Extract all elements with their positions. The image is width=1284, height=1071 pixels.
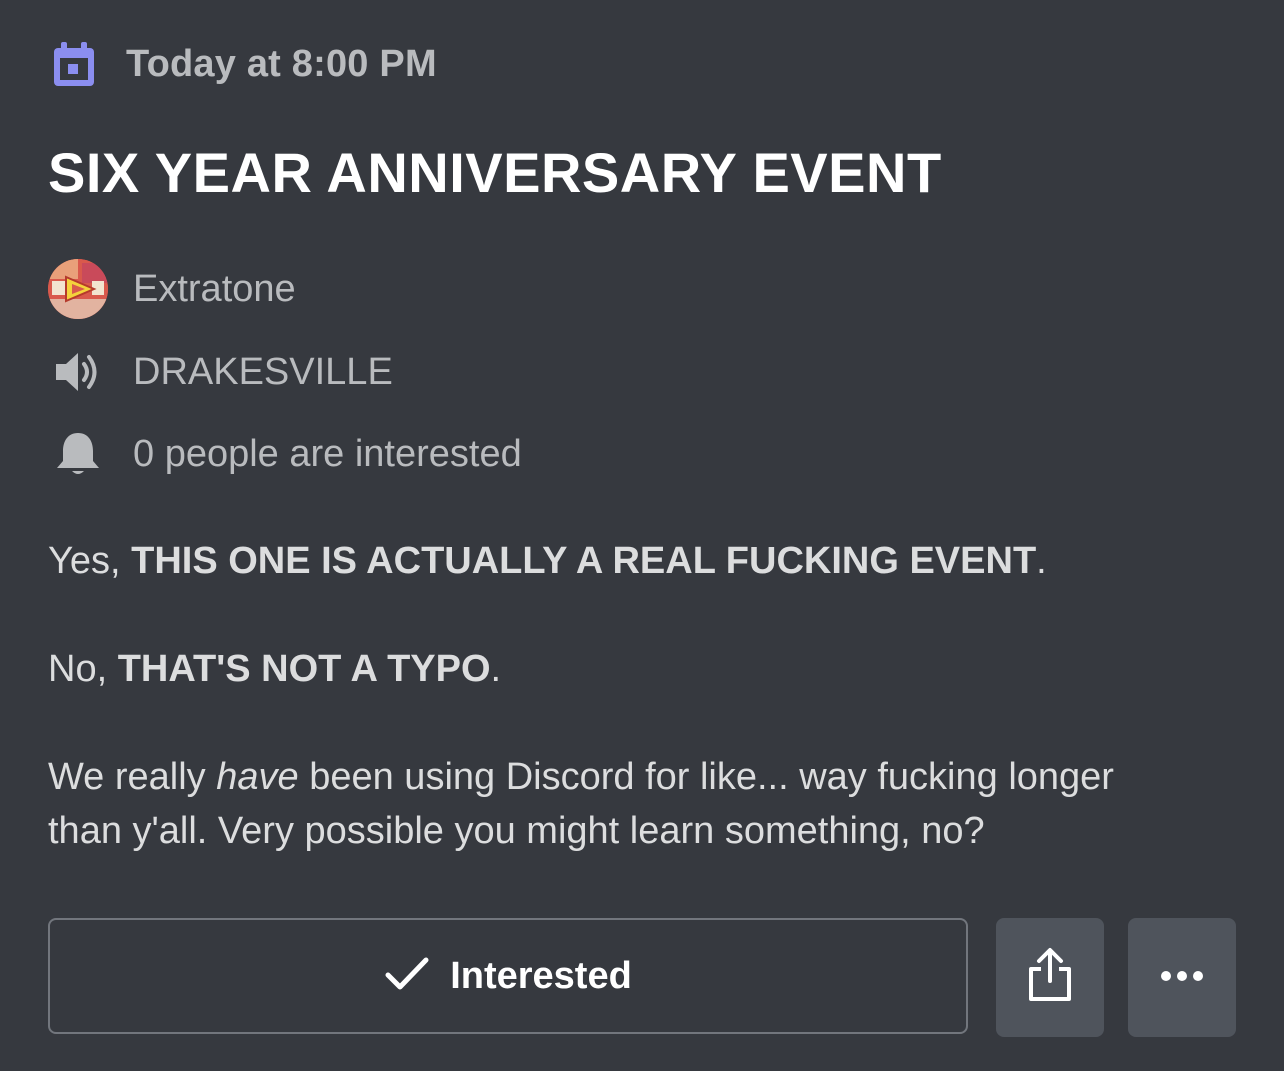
interested-button[interactable]: Interested (48, 918, 968, 1034)
bell-icon (48, 424, 108, 484)
description-text: been using Discord for like... way fucki… (298, 756, 1114, 798)
interested-button-label: Interested (450, 954, 632, 997)
interested-count-row: 0 people are interested (48, 424, 522, 484)
description-italic: have (216, 756, 299, 798)
description-paragraph-1: Yes, THIS ONE IS ACTUALLY A REAL FUCKING… (48, 534, 1047, 588)
event-card: Today at 8:00 PM SIX YEAR ANNIVERSARY EV… (0, 0, 1284, 1071)
share-icon (1025, 947, 1075, 1008)
check-icon (384, 956, 430, 997)
server-name: Extratone (133, 267, 296, 310)
server-avatar (48, 259, 108, 319)
description-paragraph-2: No, THAT'S NOT A TYPO. (48, 642, 501, 696)
channel-name: DRAKESVILLE (133, 350, 393, 393)
more-options-button[interactable] (1128, 918, 1236, 1037)
description-line: than y'all. Very possible you might lear… (48, 810, 985, 852)
interested-count: 0 people are interested (133, 432, 522, 475)
description-text: . (490, 648, 502, 690)
description-text: No, (48, 648, 118, 690)
description-bold: THAT'S NOT A TYPO (117, 648, 491, 690)
event-title: SIX YEAR ANNIVERSARY EVENT (48, 141, 942, 204)
calendar-icon (52, 40, 96, 88)
share-button[interactable] (996, 918, 1104, 1037)
description-paragraph-3: We really have been using Discord for li… (48, 750, 1114, 858)
description-text: Yes, (48, 540, 132, 582)
event-time-row: Today at 8:00 PM (52, 38, 437, 90)
channel-row[interactable]: DRAKESVILLE (48, 342, 393, 402)
speaker-icon (48, 342, 108, 402)
server-row[interactable]: Extratone (48, 259, 296, 319)
more-icon (1160, 969, 1204, 987)
description-text: . (1036, 540, 1047, 582)
description-bold: THIS ONE IS ACTUALLY A REAL FUCKING EVEN… (131, 540, 1037, 582)
description-text: We really (48, 756, 217, 798)
description-line: We really have been using Discord for li… (48, 750, 1114, 804)
event-time: Today at 8:00 PM (126, 42, 437, 85)
